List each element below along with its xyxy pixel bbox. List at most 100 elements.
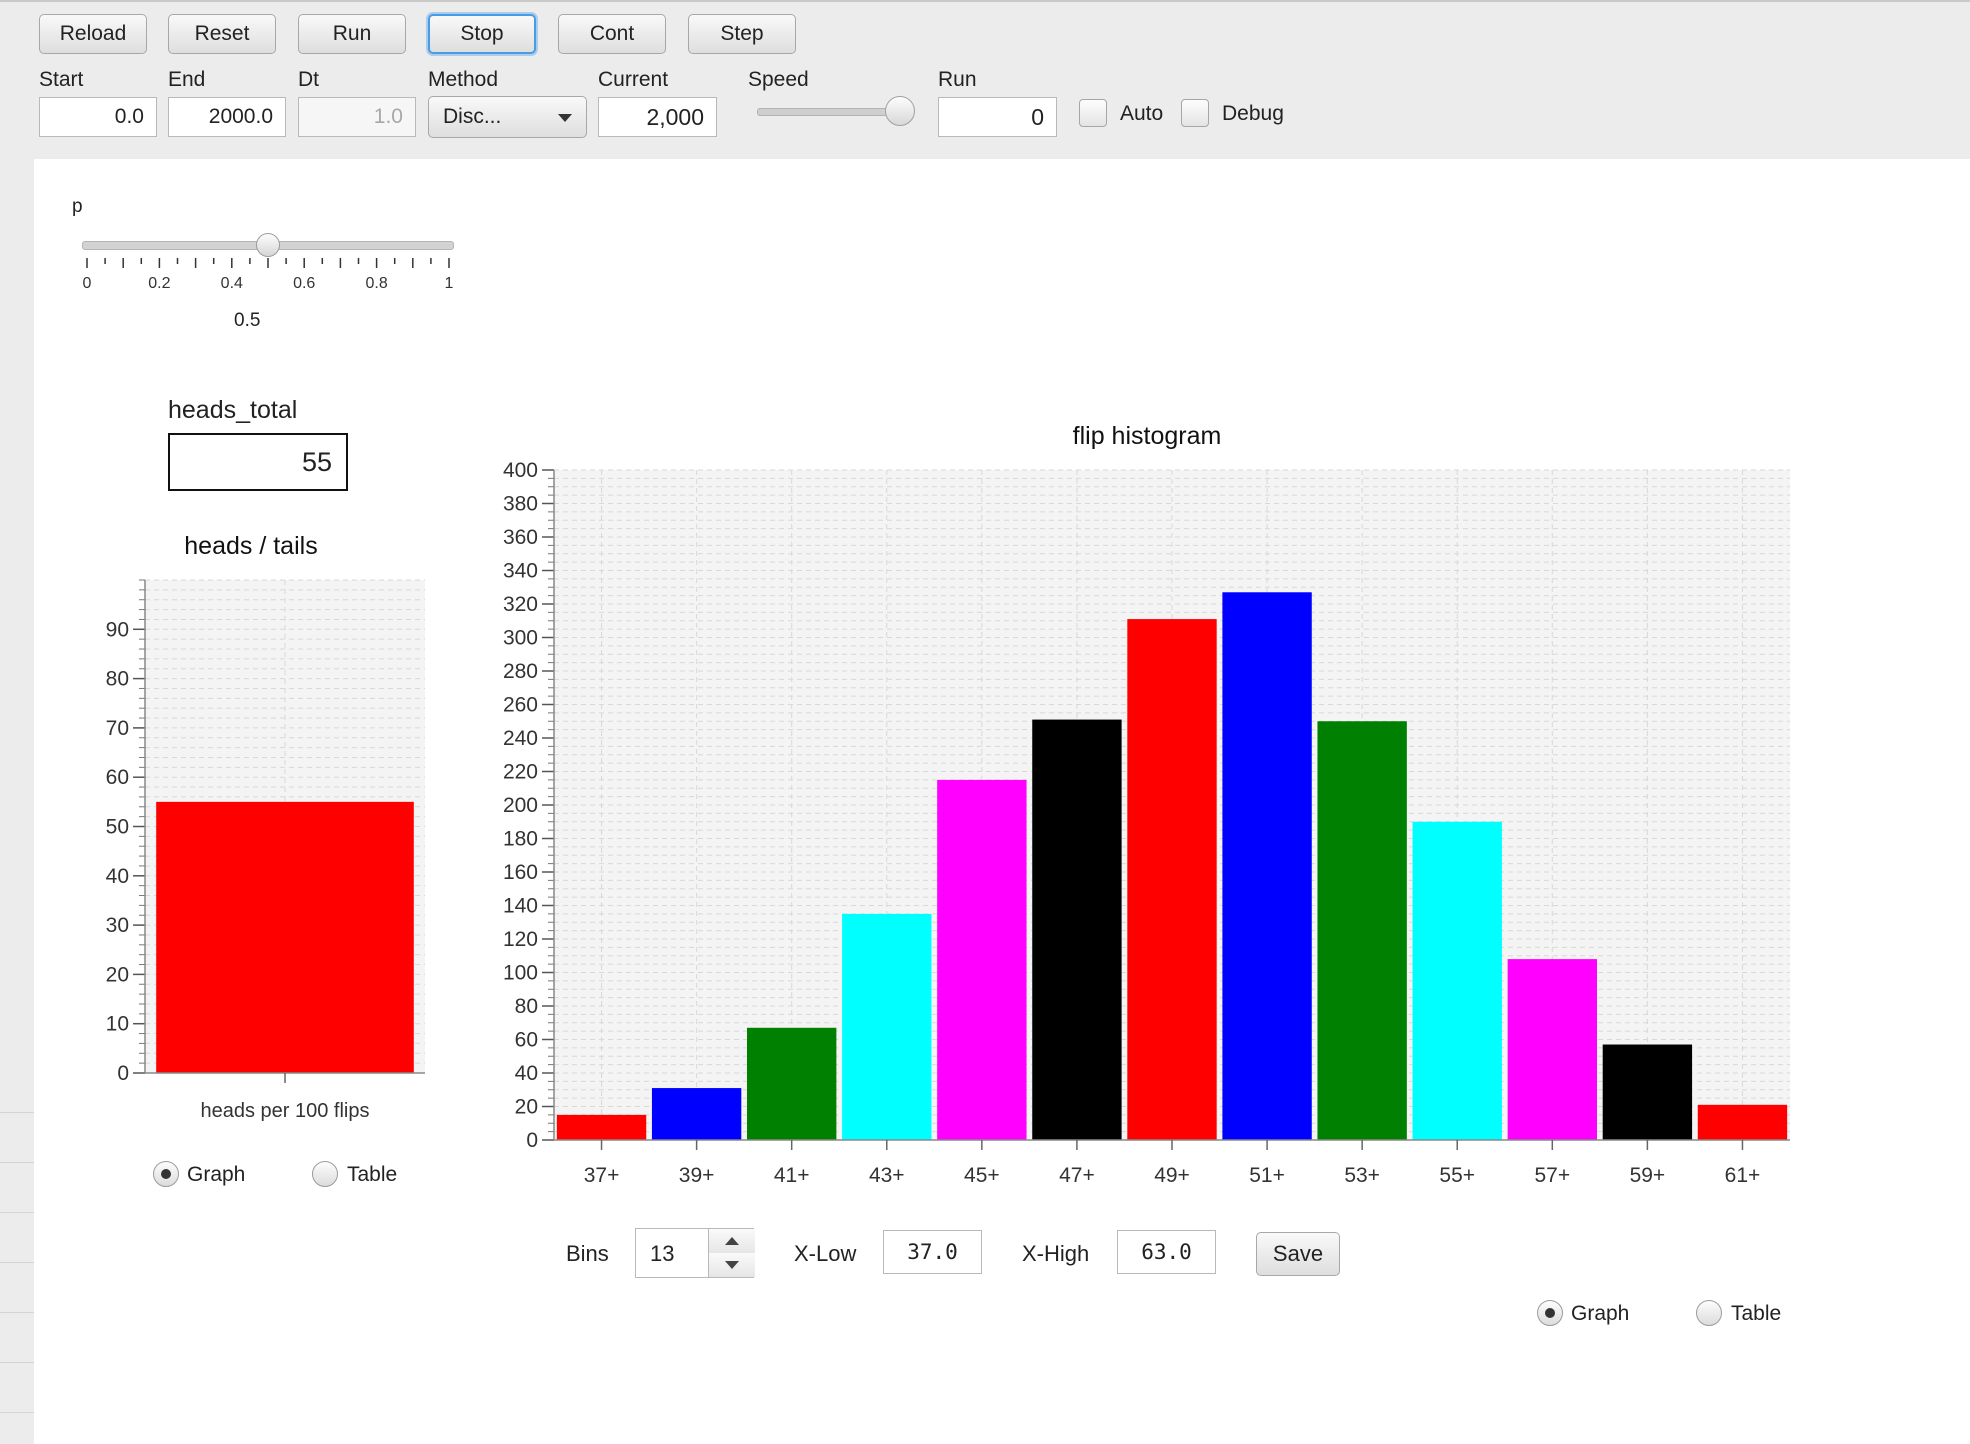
y-tick-label: 140 [503, 895, 538, 918]
y-tick-label: 280 [503, 660, 538, 683]
bar [1697, 1104, 1788, 1140]
y-tick-label: 10 [106, 1013, 129, 1036]
bins-increment-button[interactable] [708, 1229, 755, 1254]
y-tick-label: 70 [106, 717, 129, 740]
chart-title: heads / tails [184, 532, 317, 560]
bins-label: Bins [566, 1241, 609, 1266]
y-tick-label: 0 [526, 1129, 538, 1152]
bar [1222, 592, 1312, 1140]
x-tick-label: 55+ [1439, 1164, 1475, 1187]
bar [1602, 1044, 1693, 1140]
xhigh-label: X-High [1022, 1241, 1090, 1266]
y-tick-label: 60 [106, 766, 129, 789]
y-tick-label: 400 [503, 459, 538, 482]
y-tick-label: 40 [106, 865, 129, 888]
p-slider-tick-label: 0.8 [365, 275, 387, 292]
y-tick-label: 80 [515, 995, 538, 1018]
p-slider-ticks-svg: 0 0.2 0.4 0.6 0.8 1 [83, 258, 454, 292]
x-tick-label: 41+ [774, 1164, 810, 1187]
x-tick-label: 53+ [1344, 1164, 1380, 1187]
save-button[interactable]: Save [1256, 1232, 1340, 1276]
bar [1412, 821, 1502, 1140]
chart-title: flip histogram [1073, 422, 1222, 450]
radio-selected-dot [161, 1169, 171, 1179]
step-button[interactable]: Step [688, 14, 796, 54]
y-tick-label: 30 [106, 914, 129, 937]
y-tick-label: 20 [515, 1096, 538, 1119]
y-tick-label: 40 [515, 1062, 538, 1085]
y-tick-label: 340 [503, 560, 538, 583]
heads-total-label: heads_total [168, 396, 298, 424]
p-slider-tick-label: 0.4 [221, 275, 243, 292]
auto-label: Auto [1120, 102, 1164, 125]
heads-tails-chart: heads / tails 0 10 20 30 40 50 60 70 80 90 heads pe… [106, 532, 425, 1122]
left-table-label: Table [347, 1163, 398, 1186]
y-tick-label: 0 [117, 1062, 129, 1085]
chevron-down-icon [725, 1261, 739, 1269]
right-graph-label: Graph [1571, 1302, 1630, 1325]
y-tick-label: 60 [515, 1029, 538, 1052]
y-tick-label: 160 [503, 861, 538, 884]
x-tick-label: 51+ [1249, 1164, 1285, 1187]
p-slider-value: 0.5 [234, 310, 261, 331]
y-tick-label: 100 [503, 962, 538, 985]
y-tick-label: 240 [503, 727, 538, 750]
radio-selected-dot [1545, 1308, 1555, 1318]
chevron-down-icon [558, 114, 572, 122]
speed-label: Speed [748, 68, 809, 91]
left-graph-radio[interactable] [153, 1161, 179, 1187]
run-count-label: Run [938, 68, 977, 91]
speed-slider-thumb[interactable] [884, 96, 915, 126]
bins-value: 13 [650, 1241, 675, 1266]
bins-decrement-button[interactable] [708, 1253, 755, 1277]
chevron-up-icon [725, 1237, 739, 1245]
bar [842, 913, 932, 1140]
p-slider-tick-label: 1 [445, 275, 454, 292]
right-graph-radio[interactable] [1537, 1300, 1563, 1326]
y-tick-label: 90 [106, 618, 129, 641]
bar [1507, 959, 1597, 1140]
bins-spinner[interactable]: 13 [635, 1228, 755, 1278]
x-tick-label: 43+ [869, 1164, 905, 1187]
xhigh-field[interactable]: 63.0 [1117, 1230, 1216, 1274]
bar [747, 1027, 837, 1140]
flip-histogram-chart: flip histogram 0 20 40 60 80 100 120 140 160 180 20… [503, 422, 1790, 1187]
x-tick-label: 59+ [1630, 1164, 1666, 1187]
bar [1127, 619, 1217, 1140]
left-table-radio[interactable] [312, 1161, 338, 1187]
y-tick-label: 120 [503, 928, 538, 951]
bar [156, 801, 414, 1073]
x-tick-label: 57+ [1534, 1164, 1570, 1187]
current-field[interactable]: 2,000 [598, 97, 717, 137]
y-tick-label: 360 [503, 526, 538, 549]
bar [556, 1114, 647, 1140]
x-tick-label: heads per 100 flips [200, 1100, 369, 1122]
bar [651, 1088, 742, 1140]
left-gutter [0, 159, 34, 1444]
p-slider-tick-label: 0 [83, 275, 92, 292]
right-table-radio[interactable] [1696, 1300, 1722, 1326]
heads-total-display: 55 [168, 433, 348, 491]
y-tick-label: 260 [503, 694, 538, 717]
left-graph-label: Graph [187, 1163, 246, 1186]
cont-button[interactable]: Cont [558, 14, 666, 54]
xlow-label: X-Low [794, 1241, 857, 1266]
bar [1032, 719, 1122, 1140]
current-label: Current [598, 68, 669, 91]
y-tick-label: 50 [106, 816, 129, 839]
bar [937, 779, 1027, 1140]
y-tick-label: 380 [503, 493, 538, 516]
p-slider-tick-label: 0.2 [148, 275, 170, 292]
debug-checkbox[interactable] [1181, 99, 1209, 127]
auto-checkbox[interactable] [1079, 99, 1107, 127]
x-tick-label: 47+ [1059, 1164, 1095, 1187]
y-tick-label: 320 [503, 593, 538, 616]
y-tick-label: 180 [503, 828, 538, 851]
p-slider-tick-label: 0.6 [293, 275, 315, 292]
y-tick-label: 200 [503, 794, 538, 817]
y-tick-label: 220 [503, 761, 538, 784]
bar [1317, 721, 1407, 1140]
run-count-field[interactable]: 0 [938, 97, 1057, 137]
xlow-field[interactable]: 37.0 [883, 1230, 982, 1274]
right-table-label: Table [1731, 1302, 1782, 1325]
